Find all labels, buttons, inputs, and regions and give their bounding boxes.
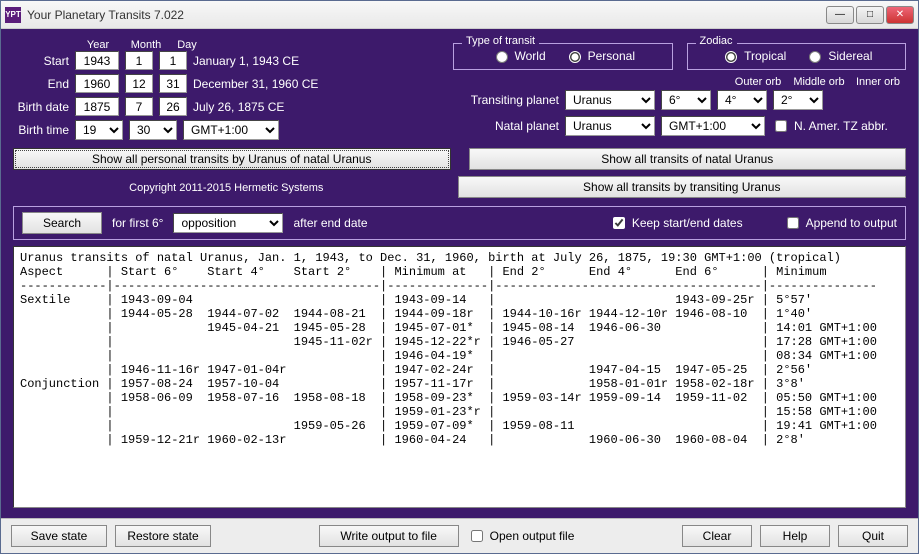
help-button[interactable]: Help: [760, 525, 830, 547]
zodiac-tropical-radio[interactable]: Tropical: [720, 48, 786, 63]
window-title: Your Planetary Transits 7.022: [27, 8, 826, 22]
end-date-text: December 31, 1960 CE: [193, 77, 318, 91]
natal-tz-select[interactable]: GMT+1:00: [661, 116, 765, 136]
quit-button[interactable]: Quit: [838, 525, 908, 547]
append-output-checkbox[interactable]: Append to output: [783, 214, 897, 232]
clear-button[interactable]: Clear: [682, 525, 752, 547]
search-row: Search for first 6° opposition after end…: [13, 206, 906, 240]
transit-world-radio[interactable]: World: [491, 48, 546, 63]
birthdate-day-input[interactable]: [159, 97, 187, 116]
keep-dates-checkbox[interactable]: Keep start/end dates: [609, 214, 743, 232]
start-label: Start: [13, 54, 69, 68]
minimize-button[interactable]: —: [826, 6, 854, 24]
outer-orb-label: Outer orb: [728, 76, 788, 88]
copyright-text: Copyright 2011-2015 Hermetic Systems: [13, 182, 440, 194]
start-year-input[interactable]: [75, 51, 119, 70]
header-day: Day: [169, 39, 205, 51]
search-button[interactable]: Search: [22, 212, 102, 234]
birthtime-hour-select[interactable]: 19: [75, 120, 123, 140]
birthdate-year-input[interactable]: [75, 97, 119, 116]
zodiac-legend: Zodiac: [696, 35, 737, 47]
natal-planet-label: Natal planet: [453, 119, 559, 133]
app-icon: YPT: [5, 7, 21, 23]
birthdate-month-input[interactable]: [125, 97, 153, 116]
left-column: Year Month Day Start January 1, 1943 CE …: [13, 39, 433, 140]
open-output-checkbox[interactable]: Open output file: [467, 527, 575, 545]
header-year: Year: [73, 39, 123, 51]
header-month: Month: [123, 39, 169, 51]
right-column: Type of transit World Personal Zodiac Tr…: [453, 39, 906, 140]
middle-orb-select[interactable]: 4°: [717, 90, 767, 110]
natal-planet-select[interactable]: Uranus: [565, 116, 655, 136]
show-personal-transits-button[interactable]: Show all personal transits by Uranus of …: [13, 148, 451, 170]
middle-orb-label: Middle orb: [788, 76, 850, 88]
zodiac-fieldset: Zodiac Tropical Sidereal: [687, 43, 907, 70]
search-suffix: after end date: [293, 216, 367, 230]
search-aspect-select[interactable]: opposition: [173, 213, 283, 233]
birthtime-tz-select[interactable]: GMT+1:00: [183, 120, 279, 140]
inner-orb-select[interactable]: 2°: [773, 90, 823, 110]
start-day-input[interactable]: [159, 51, 187, 70]
close-button[interactable]: ✕: [886, 6, 914, 24]
transiting-planet-select[interactable]: Uranus: [565, 90, 655, 110]
zodiac-sidereal-radio[interactable]: Sidereal: [804, 48, 872, 63]
save-state-button[interactable]: Save state: [11, 525, 107, 547]
end-label: End: [13, 77, 69, 91]
transit-type-legend: Type of transit: [462, 35, 539, 47]
outer-orb-select[interactable]: 6°: [661, 90, 711, 110]
content-area: Year Month Day Start January 1, 1943 CE …: [1, 29, 918, 518]
end-month-input[interactable]: [125, 74, 153, 93]
write-output-button[interactable]: Write output to file: [319, 525, 459, 547]
inner-orb-label: Inner orb: [850, 76, 906, 88]
birthtime-minute-select[interactable]: 30: [129, 120, 177, 140]
show-natal-transits-button[interactable]: Show all transits of natal Uranus: [469, 148, 907, 170]
app-window: YPT Your Planetary Transits 7.022 — □ ✕ …: [0, 0, 919, 554]
start-date-text: January 1, 1943 CE: [193, 54, 299, 68]
end-year-input[interactable]: [75, 74, 119, 93]
top-grid: Year Month Day Start January 1, 1943 CE …: [13, 39, 906, 140]
bottom-bar: Save state Restore state Write output to…: [1, 518, 918, 553]
birthdate-label: Birth date: [13, 100, 69, 114]
window-buttons: — □ ✕: [826, 6, 914, 24]
birthdate-text: July 26, 1875 CE: [193, 100, 284, 114]
transiting-planet-label: Transiting planet: [453, 93, 559, 107]
restore-state-button[interactable]: Restore state: [115, 525, 211, 547]
tz-abbr-checkbox[interactable]: N. Amer. TZ abbr.: [771, 117, 888, 135]
birthtime-label: Birth time: [13, 123, 69, 137]
transit-personal-radio[interactable]: Personal: [564, 48, 635, 63]
titlebar: YPT Your Planetary Transits 7.022 — □ ✕: [1, 1, 918, 29]
output-textarea[interactable]: Uranus transits of natal Uranus, Jan. 1,…: [13, 246, 906, 508]
start-month-input[interactable]: [125, 51, 153, 70]
transit-type-fieldset: Type of transit World Personal: [453, 43, 673, 70]
end-day-input[interactable]: [159, 74, 187, 93]
show-transiting-transits-button[interactable]: Show all transits by transiting Uranus: [458, 176, 907, 198]
search-prefix: for first 6°: [112, 216, 163, 230]
maximize-button[interactable]: □: [856, 6, 884, 24]
